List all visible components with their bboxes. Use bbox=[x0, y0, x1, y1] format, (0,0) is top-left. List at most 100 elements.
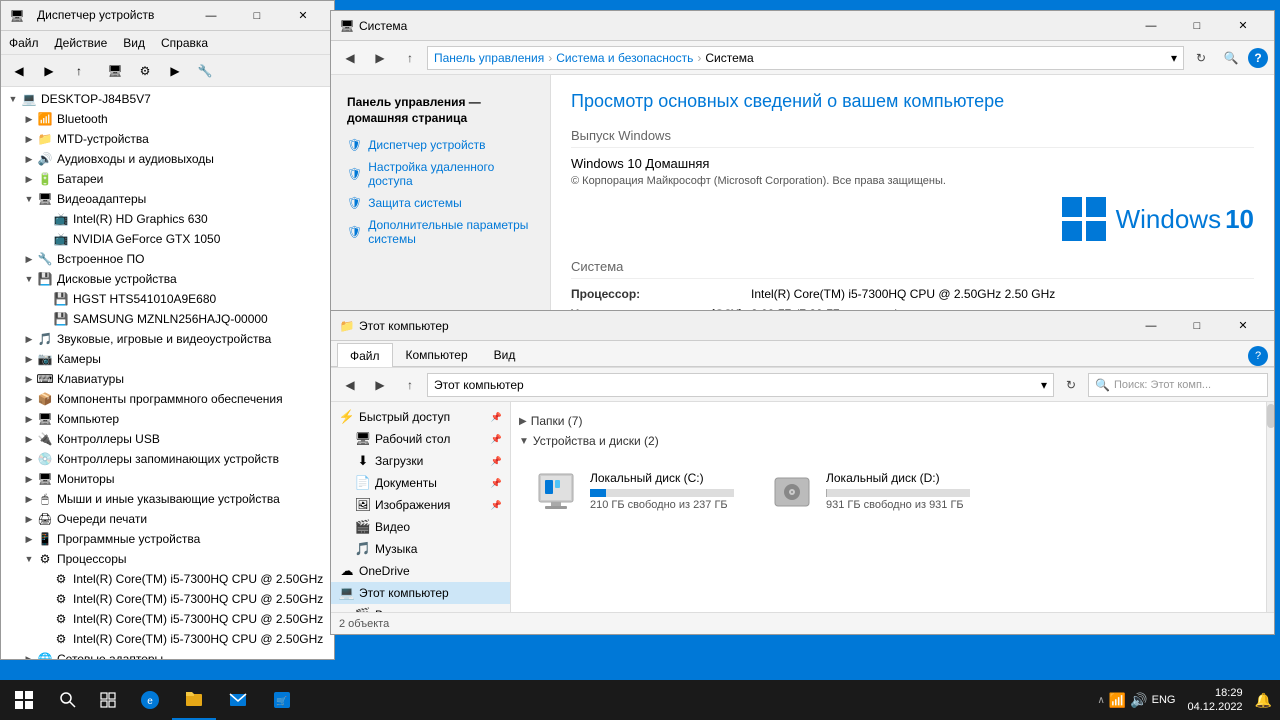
explorer-minimize-button[interactable]: — bbox=[1128, 311, 1174, 341]
sys-breadcrumb[interactable]: Панель управления › Система и безопаснос… bbox=[427, 46, 1184, 70]
exp-breadcrumb[interactable]: Этот компьютер ▾ bbox=[427, 373, 1054, 397]
tree-item-usb[interactable]: ▶ 🔌 Контроллеры USB bbox=[1, 429, 334, 449]
devmgr-back-button[interactable]: ◀ bbox=[5, 58, 33, 84]
sys-back-button[interactable]: ◀ bbox=[337, 45, 363, 71]
tree-item-storage-ctrl[interactable]: ▶ 💿 Контроллеры запоминающих устройств bbox=[1, 449, 334, 469]
exp-nav-this-pc[interactable]: 💻 Этот компьютер bbox=[331, 582, 510, 604]
tree-item-cpu3[interactable]: ⚙ Intel(R) Core(TM) i5-7300HQ CPU @ 2.50… bbox=[1, 609, 334, 629]
exp-nav-videos2[interactable]: 🎬 Видео bbox=[331, 604, 510, 612]
tree-item-computer[interactable]: ▶ 🖥 Компьютер bbox=[1, 409, 334, 429]
devmgr-menu-action[interactable]: Действие bbox=[47, 31, 116, 55]
tree-item-samsung[interactable]: 💾 SAMSUNG MZNLN256HAJQ-00000 bbox=[1, 309, 334, 329]
tree-item-software[interactable]: ▶ 📦 Компоненты программного обеспечения bbox=[1, 389, 334, 409]
exp-nav-desktop[interactable]: 🖥 Рабочий стол 📌 bbox=[331, 428, 510, 450]
drives-section-header[interactable]: ▼ Устройства и диски (2) bbox=[519, 434, 1258, 448]
tree-item-videoadapters[interactable]: ▼ 🖥 Видеоадаптеры bbox=[1, 189, 334, 209]
tree-item-mice[interactable]: ▶ 🖱 Мыши и иные указывающие устройства bbox=[1, 489, 334, 509]
explorer-close-button[interactable]: ✕ bbox=[1220, 311, 1266, 341]
exp-nav-music[interactable]: 🎵 Музыка bbox=[331, 538, 510, 560]
sys-sidebar-protection[interactable]: 🛡 Защита системы bbox=[331, 192, 550, 214]
breadcrumb-item-security[interactable]: Система и безопасность bbox=[556, 51, 693, 65]
taskbar-clock[interactable]: 18:29 04.12.2022 bbox=[1180, 686, 1251, 715]
taskbar-notification-icon[interactable]: 🔔 bbox=[1255, 692, 1272, 709]
devmgr-menu-help[interactable]: Справка bbox=[153, 31, 216, 55]
tree-item-firmware[interactable]: ▶ 🔧 Встроенное ПО bbox=[1, 249, 334, 269]
sys-up-button[interactable]: ↑ bbox=[397, 45, 423, 71]
exp-nav-onedrive[interactable]: ☁ OneDrive bbox=[331, 560, 510, 582]
explorer-maximize-button[interactable]: □ bbox=[1174, 311, 1220, 341]
devmgr-maximize-button[interactable]: □ bbox=[234, 1, 280, 31]
devmgr-btn1[interactable]: 🖥 bbox=[101, 58, 129, 84]
system-close-button[interactable]: ✕ bbox=[1220, 11, 1266, 41]
devmgr-menu-view[interactable]: Вид bbox=[115, 31, 153, 55]
sys-sidebar-remote[interactable]: 🛡 Настройка удаленного доступа bbox=[331, 156, 550, 192]
tree-item-nvidia[interactable]: 📺 NVIDIA GeForce GTX 1050 bbox=[1, 229, 334, 249]
tree-item-keyboards[interactable]: ▶ ⌨ Клавиатуры bbox=[1, 369, 334, 389]
devmgr-menu-file[interactable]: Файл bbox=[1, 31, 47, 55]
exp-breadcrumb-dropdown[interactable]: ▾ bbox=[1041, 378, 1047, 392]
exp-forward-button[interactable]: ▶ bbox=[367, 372, 393, 398]
drive-d-item[interactable]: Локальный диск (D:) 931 ГБ свободно из 9… bbox=[759, 458, 979, 524]
taskbar-volume-icon[interactable]: 🔊 bbox=[1130, 692, 1147, 709]
ribbon-tab-view[interactable]: Вид bbox=[481, 342, 529, 366]
exp-nav-videos[interactable]: 🎬 Видео bbox=[331, 516, 510, 538]
explorer-scrollbar[interactable] bbox=[1266, 402, 1274, 612]
tree-item-monitors[interactable]: ▶ 🖥 Мониторы bbox=[1, 469, 334, 489]
exp-nav-downloads[interactable]: ⬇ Загрузки 📌 bbox=[331, 450, 510, 472]
start-button[interactable] bbox=[0, 680, 48, 720]
devmgr-close-button[interactable]: ✕ bbox=[280, 1, 326, 31]
devmgr-btn4[interactable]: 🔧 bbox=[191, 58, 219, 84]
tree-item-audio[interactable]: ▶ 🔊 Аудиовходы и аудиовыходы bbox=[1, 149, 334, 169]
exp-nav-documents[interactable]: 📄 Документы 📌 bbox=[331, 472, 510, 494]
exp-back-button[interactable]: ◀ bbox=[337, 372, 363, 398]
sys-search-button[interactable]: 🔍 bbox=[1218, 45, 1244, 71]
devmgr-up-button[interactable]: ↑ bbox=[65, 58, 93, 84]
exp-up-button[interactable]: ↑ bbox=[397, 372, 423, 398]
tree-item-network[interactable]: ▶ 🌐 Сетевые адаптеры bbox=[1, 649, 334, 659]
tree-item-processors[interactable]: ▼ ⚙ Процессоры bbox=[1, 549, 334, 569]
tree-item-software-devices[interactable]: ▶ 📱 Программные устройства bbox=[1, 529, 334, 549]
tree-item-cpu1[interactable]: ⚙ Intel(R) Core(TM) i5-7300HQ CPU @ 2.50… bbox=[1, 569, 334, 589]
tree-item-print-queue[interactable]: ▶ 🖨 Очереди печати bbox=[1, 509, 334, 529]
taskbar-unknown-button[interactable]: 🛒 bbox=[260, 680, 304, 720]
drive-c-item[interactable]: Локальный диск (C:) 210 ГБ свободно из 2… bbox=[523, 458, 743, 524]
exp-nav-pictures[interactable]: 🖼 Изображения 📌 bbox=[331, 494, 510, 516]
sys-sidebar-advanced[interactable]: 🛡 Дополнительные параметры системы bbox=[331, 214, 550, 250]
system-minimize-button[interactable]: — bbox=[1128, 11, 1174, 41]
folders-section-header[interactable]: ▶ Папки (7) bbox=[519, 414, 1258, 428]
sys-sidebar-devmgr[interactable]: 🛡 Диспетчер устройств bbox=[331, 134, 550, 156]
ribbon-help-button[interactable]: ? bbox=[1248, 346, 1268, 366]
exp-nav-quick-access[interactable]: ⚡ Быстрый доступ 📌 bbox=[331, 406, 510, 428]
tree-item-cpu4[interactable]: ⚙ Intel(R) Core(TM) i5-7300HQ CPU @ 2.50… bbox=[1, 629, 334, 649]
taskbar-mail-button[interactable] bbox=[216, 680, 260, 720]
tree-item-cameras[interactable]: ▶ 📷 Камеры bbox=[1, 349, 334, 369]
taskbar-search-button[interactable] bbox=[48, 680, 88, 720]
devmgr-minimize-button[interactable]: — bbox=[188, 1, 234, 31]
devmgr-btn2[interactable]: ⚙ bbox=[131, 58, 159, 84]
tree-item-mtd[interactable]: ▶ 📁 MTD-устройства bbox=[1, 129, 334, 149]
tree-item-battery[interactable]: ▶ 🔋 Батареи bbox=[1, 169, 334, 189]
exp-refresh-button[interactable]: ↻ bbox=[1058, 372, 1084, 398]
devmgr-forward-button[interactable]: ▶ bbox=[35, 58, 63, 84]
sys-help-button[interactable]: ? bbox=[1248, 48, 1268, 68]
tree-item-bluetooth[interactable]: ▶ 📶 Bluetooth bbox=[1, 109, 334, 129]
tree-item-hgst[interactable]: 💾 HGST HTS541010A9E680 bbox=[1, 289, 334, 309]
taskbar-lang[interactable]: ENG bbox=[1152, 694, 1176, 706]
devmgr-root-item[interactable]: ▼ 💻 DESKTOP-J84B5V7 bbox=[1, 89, 334, 109]
taskbar-file-explorer-button[interactable] bbox=[172, 680, 216, 720]
ribbon-tab-file[interactable]: Файл bbox=[337, 343, 393, 367]
taskview-button[interactable] bbox=[88, 680, 128, 720]
tree-item-disk[interactable]: ▼ 💾 Дисковые устройства bbox=[1, 269, 334, 289]
exp-search-box[interactable]: 🔍 Поиск: Этот комп... bbox=[1088, 373, 1268, 397]
sys-refresh-button[interactable]: ↻ bbox=[1188, 45, 1214, 71]
ribbon-tab-computer[interactable]: Компьютер bbox=[393, 342, 481, 366]
tree-item-intel-hd[interactable]: 📺 Intel(R) HD Graphics 630 bbox=[1, 209, 334, 229]
tree-item-cpu2[interactable]: ⚙ Intel(R) Core(TM) i5-7300HQ CPU @ 2.50… bbox=[1, 589, 334, 609]
taskbar-edge-button[interactable]: e bbox=[128, 680, 172, 720]
tree-item-sound[interactable]: ▶ 🎵 Звуковые, игровые и видеоустройства bbox=[1, 329, 334, 349]
breadcrumb-item-cp[interactable]: Панель управления bbox=[434, 51, 544, 65]
breadcrumb-dropdown-btn[interactable]: ▾ bbox=[1171, 51, 1177, 65]
system-maximize-button[interactable]: □ bbox=[1174, 11, 1220, 41]
sys-forward-button[interactable]: ▶ bbox=[367, 45, 393, 71]
devmgr-btn3[interactable]: ▶ bbox=[161, 58, 189, 84]
